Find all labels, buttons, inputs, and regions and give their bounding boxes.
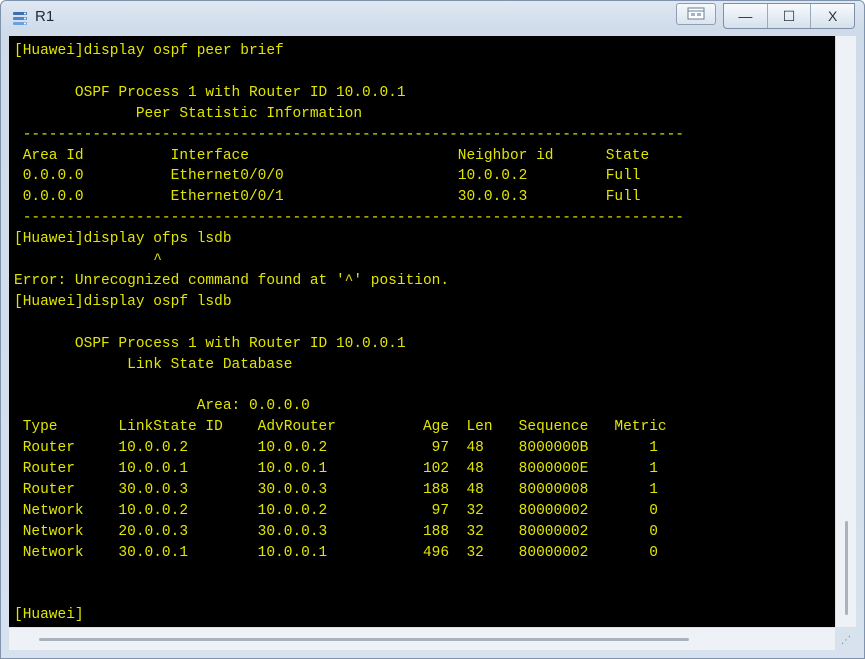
- terminal-line: Router 10.0.0.1 10.0.0.1 102 48 8000000E…: [14, 461, 658, 477]
- resize-grip-icon[interactable]: ⋰: [841, 635, 851, 646]
- terminal-line: [Huawei]: [14, 607, 84, 624]
- vertical-scrollbar[interactable]: [836, 36, 856, 627]
- horizontal-scroll-thumb[interactable]: [39, 638, 689, 641]
- router-app-icon: [13, 12, 27, 25]
- minimize-button[interactable]: —: [724, 4, 768, 28]
- terminal-line: Area: 0.0.0.0: [14, 398, 310, 415]
- maximize-icon: ☐: [782, 7, 796, 24]
- terminal-line: [Huawei]display ospf peer brief: [14, 43, 284, 59]
- minimize-icon: —: [738, 8, 753, 24]
- terminal-window: R1 — ☐ X [Huawei]display ospf peer brief…: [0, 0, 865, 659]
- horizontal-scrollbar[interactable]: [9, 628, 835, 650]
- terminal-line: ^: [14, 252, 162, 268]
- caption-buttons: — ☐ X: [723, 3, 855, 29]
- terminal-line: Network 30.0.0.1 10.0.0.1 496 32 8000000…: [14, 544, 658, 561]
- terminal-line: [Huawei]display ofps lsdb: [14, 231, 232, 248]
- terminal-line: ----------------------------------------…: [14, 126, 685, 143]
- close-icon: X: [828, 8, 838, 24]
- terminal-line: Network 10.0.0.2 10.0.0.2 97 32 80000002…: [14, 502, 658, 519]
- terminal-console[interactable]: [Huawei]display ospf peer brief OSPF Pro…: [9, 36, 835, 627]
- close-button[interactable]: X: [811, 4, 854, 28]
- maximize-button[interactable]: ☐: [768, 4, 812, 28]
- terminal-line: Area Id Interface Neighbor id State: [14, 147, 650, 164]
- terminal-line: Network 20.0.0.3 30.0.0.3 188 32 8000000…: [14, 523, 658, 540]
- terminal-line: Peer Statistic Information: [14, 105, 363, 122]
- terminal-line: Error: Unrecognized command found at '^'…: [14, 272, 450, 289]
- terminal-line: 0.0.0.0 Ethernet0/0/1 30.0.0.3 Full: [14, 189, 641, 206]
- terminal-line: OSPF Process 1 with Router ID 10.0.0.1: [14, 335, 406, 352]
- terminal-line: Router 10.0.0.2 10.0.0.2 97 48 8000000B …: [14, 440, 658, 457]
- terminal-line: 0.0.0.0 Ethernet0/0/0 10.0.0.2 Full: [14, 168, 641, 185]
- terminal-line: [Huawei]display ospf lsdb: [14, 293, 232, 310]
- terminal-line: OSPF Process 1 with Router ID 10.0.0.1: [14, 84, 406, 101]
- window-options-icon: [687, 7, 705, 20]
- terminal-line: Link State Database: [14, 356, 293, 373]
- vertical-scroll-thumb[interactable]: [845, 521, 848, 615]
- terminal-line: Router 30.0.0.3 30.0.0.3 188 48 80000008…: [14, 481, 658, 498]
- window-options-button[interactable]: [676, 3, 716, 25]
- terminal-line: ----------------------------------------…: [14, 210, 685, 227]
- window-title: R1: [35, 8, 55, 25]
- terminal-line: Type LinkState ID AdvRouter Age Len Sequ…: [14, 419, 667, 436]
- title-bar[interactable]: R1 — ☐ X: [1, 1, 864, 35]
